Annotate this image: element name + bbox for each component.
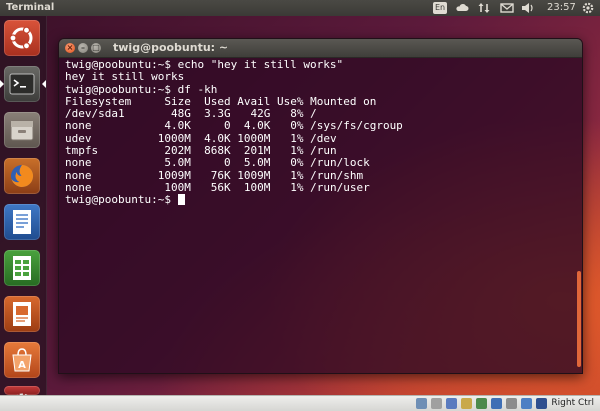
df-cell: 1% (270, 180, 311, 194)
terminal-app-icon[interactable] (4, 66, 40, 102)
close-button[interactable]: × (65, 43, 75, 53)
software-center-icon[interactable]: A (4, 342, 40, 378)
df-cell: 76K (190, 168, 231, 182)
df-cell: 1% (270, 144, 311, 158)
df-cell: 56K (190, 180, 231, 194)
df-cell: 0% (270, 156, 311, 170)
svg-text:A: A (18, 360, 26, 371)
df-cell: 1% (270, 168, 311, 182)
text-cursor (177, 194, 185, 206)
optical-drive-icon[interactable] (431, 398, 442, 409)
df-cell: 868K (190, 144, 231, 158)
libreoffice-impress-icon[interactable] (4, 296, 40, 332)
df-cell: none (65, 168, 132, 182)
df-cell: 42G (230, 107, 271, 121)
prompt: twig@poobuntu:~$ (65, 193, 178, 207)
df-cell: 100M (230, 180, 271, 194)
df-cell: /run/user (310, 180, 370, 194)
command-text: echo "hey it still works" (177, 58, 344, 71)
keyboard-capture-icon[interactable] (536, 398, 547, 409)
df-cell: 0 (190, 156, 231, 170)
terminal-window[interactable]: × – □ twig@poobuntu: ~ twig@poobuntu:~$ … (58, 38, 583, 374)
df-cell: none (65, 156, 132, 170)
df-cell: 1009M (131, 168, 191, 182)
mail-icon[interactable] (500, 1, 514, 15)
display-icon[interactable] (491, 398, 502, 409)
active-app-title: Terminal (6, 2, 55, 13)
df-header-cell: Used (190, 94, 231, 108)
libreoffice-calc-icon[interactable] (4, 250, 40, 286)
files-app-icon[interactable] (4, 112, 40, 148)
minimize-button[interactable]: – (78, 43, 88, 53)
shared-folders-icon[interactable] (461, 398, 472, 409)
unity-launcher: A (0, 16, 47, 395)
scrollbar[interactable] (577, 271, 581, 367)
ubuntu-dash-icon[interactable] (4, 20, 40, 56)
volume-icon[interactable] (521, 1, 535, 15)
top-panel: Terminal En 23:57 (0, 0, 600, 16)
hard-disk-icon[interactable] (416, 398, 427, 409)
system-settings-icon[interactable] (4, 386, 40, 395)
prompt: twig@poobuntu:~$ (65, 58, 178, 71)
maximize-button[interactable]: □ (91, 43, 101, 53)
command-line-3: twig@poobuntu:~$ (65, 194, 570, 206)
df-cell: 4.0K (230, 119, 271, 133)
prompt: twig@poobuntu:~$ (65, 82, 178, 96)
video-capture-icon[interactable] (506, 398, 517, 409)
df-cell: 4.0K (131, 119, 191, 133)
network-adapter-icon[interactable] (476, 398, 487, 409)
df-cell: none (65, 119, 132, 133)
df-cell: 5.0M (131, 156, 191, 170)
command-text: df -kh (177, 82, 218, 96)
terminal-output[interactable]: twig@poobuntu:~$ echo "hey it still work… (65, 58, 570, 369)
df-cell: /sys/fs/cgroup (310, 119, 403, 133)
firefox-app-icon[interactable] (4, 158, 40, 194)
df-cell: 0 (190, 119, 231, 133)
keyboard-language-indicator[interactable]: En (433, 2, 447, 14)
df-cell: 1000M (131, 131, 191, 145)
libreoffice-writer-icon[interactable] (4, 204, 40, 240)
window-title: twig@poobuntu: ~ (113, 41, 229, 54)
df-cell: 1009M (230, 168, 271, 182)
df-cell: 3.3G (190, 107, 231, 121)
df-cell: udev (65, 131, 132, 145)
df-cell: /dev/sda1 (65, 107, 132, 121)
df-cell: 48G (131, 107, 191, 121)
df-cell: /dev (310, 131, 337, 145)
df-header-cell: Filesystem (65, 94, 132, 108)
df-header-cell: Size (131, 94, 191, 108)
cloud-icon[interactable] (455, 1, 469, 15)
focused-indicator (42, 80, 46, 88)
df-cell: 100M (131, 180, 191, 194)
df-cell: none (65, 180, 132, 194)
df-cell: 1000M (230, 131, 271, 145)
df-header-cell: Use% (270, 94, 311, 108)
df-cell: 1% (270, 131, 311, 145)
df-cell: /run/lock (310, 156, 370, 170)
df-cell: 201M (230, 144, 271, 158)
df-output-table: Filesystem Size Used Avail Use% Mounted … (65, 94, 570, 194)
df-header-cell: Avail (230, 94, 271, 108)
df-cell: 5.0M (230, 156, 271, 170)
df-cell: 4.0K (190, 131, 231, 145)
df-cell: 202M (131, 144, 191, 158)
df-cell: /run/shm (310, 168, 364, 182)
df-header-cell: Mounted on (310, 94, 377, 108)
host-key-label: Right Ctrl (551, 398, 594, 408)
df-cell: /run (310, 144, 337, 158)
window-title-bar[interactable]: × – □ twig@poobuntu: ~ (59, 39, 582, 58)
vm-status-bar: Right Ctrl (0, 395, 600, 411)
df-cell: 0% (270, 119, 311, 133)
clock[interactable]: 23:57 (547, 1, 576, 15)
network-updown-icon[interactable] (478, 1, 490, 15)
usb-icon[interactable] (446, 398, 457, 409)
df-cell: tmpfs (65, 144, 132, 158)
mouse-integration-icon[interactable] (521, 398, 532, 409)
power-gear-icon[interactable] (581, 1, 595, 15)
df-cell: / (310, 107, 317, 121)
df-cell: 8% (270, 107, 311, 121)
